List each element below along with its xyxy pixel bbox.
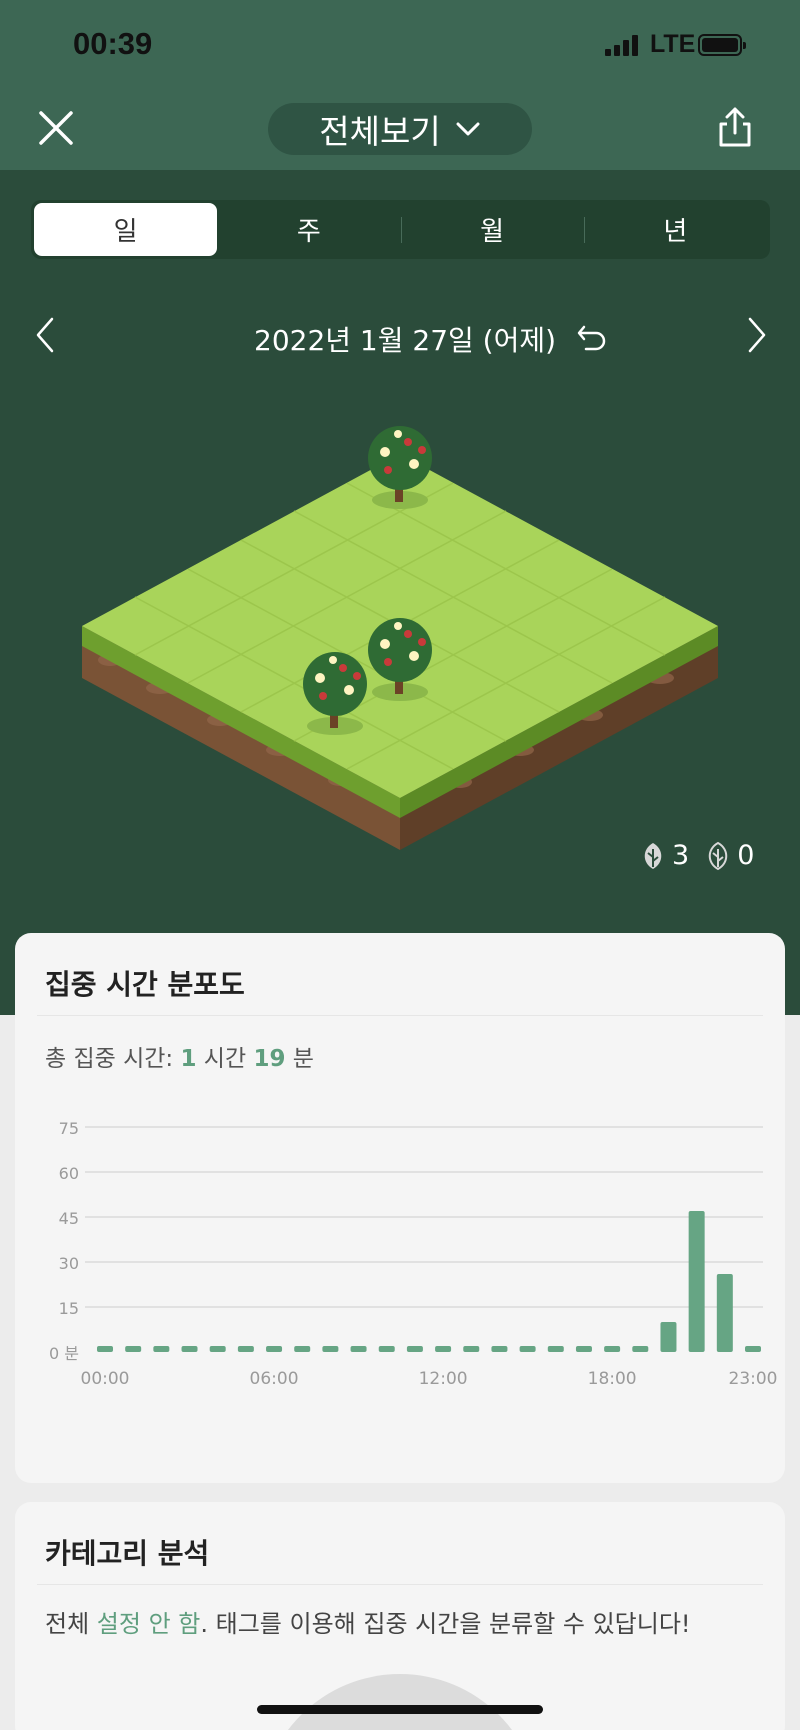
x-tick-label: 12:00 xyxy=(419,1369,468,1389)
chart-bar xyxy=(688,1211,705,1352)
chart-bar xyxy=(181,1346,198,1352)
return-today-button[interactable] xyxy=(574,319,610,353)
y-tick-label: 60 xyxy=(59,1164,79,1183)
chart-bar xyxy=(491,1346,508,1352)
divider xyxy=(37,1015,763,1016)
tree-front xyxy=(303,652,367,735)
withered-leaf-icon xyxy=(708,841,728,870)
focus-distribution-chart: 0 분 15 30 45 60 75 00:00 06:00 12:00 18:00 23:00 xyxy=(49,1119,778,1389)
chart-bar xyxy=(604,1346,621,1352)
chart-bar xyxy=(463,1346,480,1352)
tab-label: 월 xyxy=(480,217,505,247)
tag-settings-link[interactable]: 설정 안 함 xyxy=(97,1610,201,1638)
total-minutes: 19 xyxy=(253,1046,286,1072)
close-button[interactable] xyxy=(32,104,80,152)
chevron-right-icon xyxy=(748,317,766,353)
view-selector[interactable]: 전체보기 xyxy=(268,103,532,155)
healthy-tree-count: 3 xyxy=(640,840,689,871)
chart-bar xyxy=(153,1346,170,1352)
home-indicator[interactable] xyxy=(257,1705,543,1714)
chart-bar xyxy=(406,1346,423,1352)
chart-bar xyxy=(294,1346,311,1352)
y-tick-label: 75 xyxy=(59,1119,79,1138)
close-icon xyxy=(39,111,73,145)
category-description: 전체 설정 안 함. 태그를 이용해 집중 시간을 분류할 수 있답니다! xyxy=(45,1604,691,1639)
x-tick-label: 06:00 xyxy=(250,1369,299,1389)
focus-distribution-card: 집중 시간 분포도 총 집중 시간: 1 시간 19 분 0 분 15 30 45 60… xyxy=(15,933,785,1483)
previous-date-button[interactable] xyxy=(28,315,64,355)
chart-bar xyxy=(97,1346,113,1352)
total-prefix: 총 집중 시간: xyxy=(45,1046,181,1072)
x-tick-label: 18:00 xyxy=(588,1369,637,1389)
chart-bar xyxy=(660,1322,677,1352)
chart-bar xyxy=(745,1346,761,1352)
card-title: 카테고리 분석 xyxy=(45,1537,210,1570)
category-analysis-card: 카테고리 분석 전체 설정 안 함. 태그를 이용해 집중 시간을 분류할 수 … xyxy=(15,1502,785,1730)
forest-illustration xyxy=(82,426,718,850)
x-tick-label: 00:00 xyxy=(81,1369,130,1389)
total-hours: 1 xyxy=(180,1046,197,1072)
healthy-leaf-icon xyxy=(644,842,662,869)
tree-top xyxy=(368,426,432,509)
view-selector-label: 전체보기 xyxy=(319,112,441,151)
tree-counts: 3 0 xyxy=(640,840,754,871)
hours-unit: 시간 xyxy=(196,1046,254,1072)
chart-bar xyxy=(519,1346,536,1352)
share-icon xyxy=(719,107,751,147)
tree-middle xyxy=(368,618,432,701)
chart-bar xyxy=(547,1346,564,1352)
tab-label: 주 xyxy=(296,217,321,247)
chevron-left-icon xyxy=(36,317,54,353)
tab-label: 일 xyxy=(113,217,138,247)
chart-bar xyxy=(575,1346,592,1352)
y-tick-label: 0 분 xyxy=(49,1344,79,1363)
chart-bar xyxy=(716,1274,733,1352)
minutes-unit: 분 xyxy=(285,1046,314,1072)
signal-icon xyxy=(605,34,638,56)
x-tick-label: 23:00 xyxy=(729,1369,778,1389)
share-button[interactable] xyxy=(712,104,758,150)
chart-bar xyxy=(378,1346,395,1352)
current-date: 2022년 1월 27일 (어제) xyxy=(254,324,557,357)
chart-bar xyxy=(266,1346,283,1352)
tab-day[interactable]: 일 xyxy=(34,203,218,256)
healthy-count-value: 3 xyxy=(672,840,690,871)
chart-bar xyxy=(125,1346,142,1352)
withered-count-value: 0 xyxy=(737,840,755,871)
chart-bar xyxy=(435,1346,452,1352)
tab-week[interactable]: 주 xyxy=(217,203,400,256)
undo-icon xyxy=(577,325,606,351)
tab-label: 년 xyxy=(663,217,688,247)
divider xyxy=(37,1584,763,1585)
period-tabs: 일 주 월 년 xyxy=(31,200,770,259)
tab-month[interactable]: 월 xyxy=(400,203,584,256)
category-pie-chart xyxy=(260,1674,540,1730)
date-navigation: 2022년 1월 27일 (어제) xyxy=(0,305,800,365)
y-tick-label: 30 xyxy=(59,1254,79,1273)
status-time: 00:39 xyxy=(73,26,153,61)
battery-icon xyxy=(698,34,746,56)
card-title: 집중 시간 분포도 xyxy=(45,968,245,1001)
status-bar: 00:39 LTE xyxy=(0,22,800,72)
chart-bar xyxy=(350,1346,367,1352)
chevron-down-icon xyxy=(456,122,480,136)
chart-bar xyxy=(322,1346,339,1352)
withered-tree-count: 0 xyxy=(705,840,754,871)
next-date-button[interactable] xyxy=(738,315,774,355)
total-focus-time: 총 집중 시간: 1 시간 19 분 xyxy=(45,1039,314,1073)
chart-bar xyxy=(632,1346,649,1352)
chart-bar xyxy=(209,1346,226,1352)
y-tick-label: 15 xyxy=(59,1299,79,1318)
desc-prefix: 전체 xyxy=(45,1610,97,1638)
tab-year[interactable]: 년 xyxy=(583,203,767,256)
network-label: LTE xyxy=(650,30,696,58)
desc-suffix: . 태그를 이용해 집중 시간을 분류할 수 있답니다! xyxy=(200,1610,691,1638)
y-tick-label: 45 xyxy=(59,1209,79,1228)
chart-bar xyxy=(237,1346,254,1352)
